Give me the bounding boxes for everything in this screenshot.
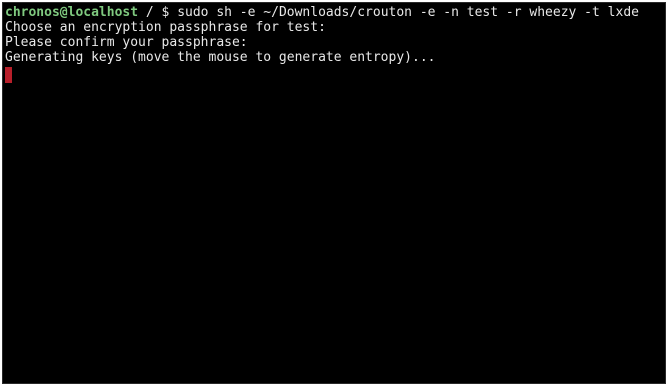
terminal-window[interactable]: chronos@localhost / $ sudo sh -e ~/Downl…	[2, 2, 666, 384]
command-line: chronos@localhost / $ sudo sh -e ~/Downl…	[5, 5, 665, 20]
output-line: Please confirm your passphrase:	[5, 35, 248, 50]
command-text: / $ sudo sh -e ~/Downloads/crouton -e -n…	[138, 5, 639, 20]
output-line: Generating keys (move the mouse to gener…	[5, 50, 436, 65]
text-cursor	[5, 67, 12, 83]
output-line: Choose an encryption passphrase for test…	[5, 20, 326, 35]
prompt-user-host: chronos@localhost	[5, 5, 139, 20]
cursor-line	[5, 65, 665, 83]
